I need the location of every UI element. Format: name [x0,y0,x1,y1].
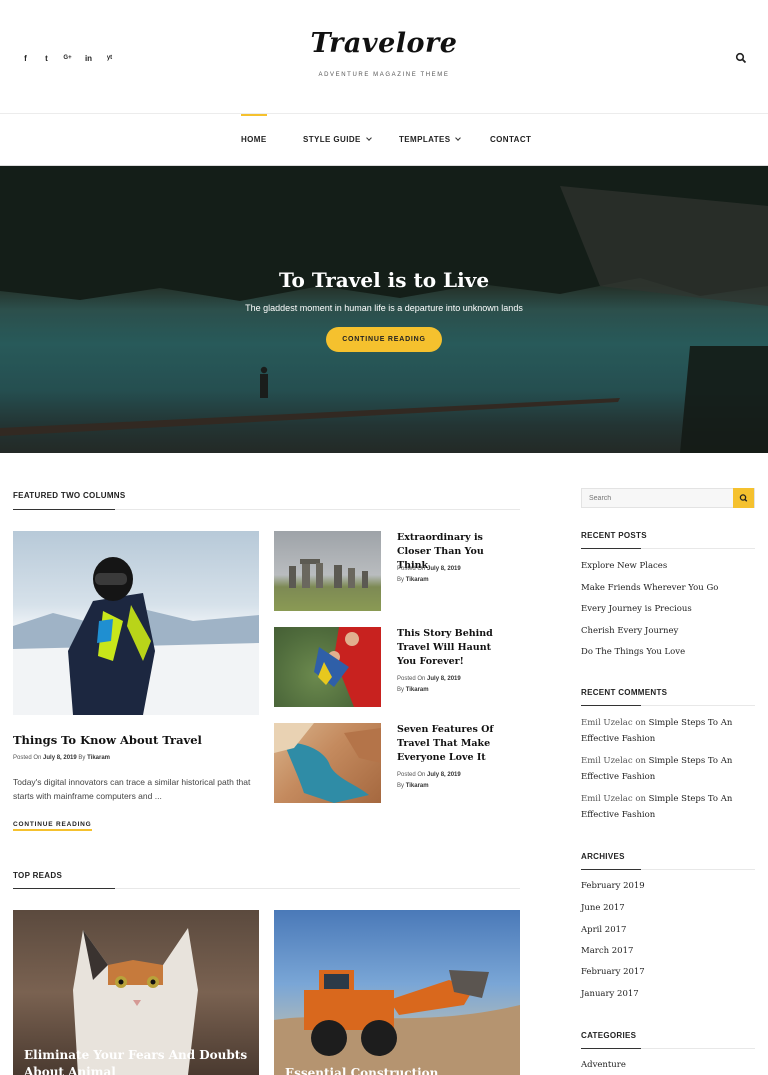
nav-item-templates[interactable]: TEMPLATES [399,114,462,166]
meta-label: Posted On [13,755,42,761]
comment-author: Emil Uzelac [581,756,633,766]
post-date[interactable]: July 8, 2019 [427,566,461,572]
excavator-image [274,970,520,1075]
chevron-down-icon [455,135,462,141]
post-date[interactable]: July 8, 2019 [427,772,461,778]
widget-title: RECENT COMMENTS [581,688,668,697]
hero-title[interactable]: To Travel is to Live [0,268,768,292]
site-header: f t G+ in yt Travelore ADVENTURE MAGAZIN… [0,0,768,114]
recent-post-link[interactable]: Every Journey is Precious [581,604,692,614]
post-author[interactable]: Tikaram [406,783,429,789]
top-read-title[interactable]: Essential Construction Smartphone Apps [285,1065,511,1075]
post-thumbnail[interactable] [274,627,381,707]
recent-post-link[interactable]: Do The Things You Love [581,647,685,657]
post-meta: Posted On July 8, 2019 By Tikaram [397,770,461,792]
search-button[interactable] [733,488,754,508]
section-title: FEATURED TWO COLUMNS [13,491,126,500]
post-author[interactable]: Tikaram [87,755,110,761]
meta-label: By [397,783,405,789]
comment-on: on [635,756,646,766]
top-read-card[interactable]: Eliminate Your Fears And Doubts About An… [13,910,259,1075]
section-divider [13,888,520,889]
comment-author: Emil Uzelac [581,718,633,728]
sidebar-search [581,488,755,508]
post-date[interactable]: July 8, 2019 [427,676,461,682]
widget-divider [581,548,755,549]
recent-post-link[interactable]: Cherish Every Journey [581,626,678,636]
nav-item-style-guide[interactable]: STYLE GUIDE [303,114,372,166]
nav-item-label: STYLE GUIDE [303,135,361,144]
meta-label: By [78,755,86,761]
comment-on: on [635,794,646,804]
post-meta: Posted On July 8, 2019 By Tikaram [397,564,461,586]
post-meta: Posted On July 8, 2019 By Tikaram [13,755,110,761]
hero-subtitle: The gladdest moment in human life is a d… [245,303,523,313]
archive-link[interactable]: February 2017 [581,967,645,977]
archive-link[interactable]: January 2017 [581,989,639,999]
section-divider [13,509,520,510]
chevron-down-icon [365,135,372,141]
meta-label: Posted On [397,566,426,572]
section-title: TOP READS [13,871,63,880]
recent-post-link[interactable]: Explore New Places [581,561,667,571]
widget-divider [581,705,755,706]
widget-title: ARCHIVES [581,852,625,861]
site-logo[interactable]: Travelore [0,28,768,59]
meta-label: Posted On [397,772,426,778]
canyon-lake-image [274,723,381,803]
continue-reading-link[interactable]: CONTINUE READING [13,821,92,831]
meta-label: By [397,577,405,583]
recent-comment: Emil Uzelac on Simple Steps To An Effect… [581,753,751,785]
nav-item-home[interactable]: HOME [241,114,267,166]
featured-main-title[interactable]: Things To Know About Travel [13,733,202,747]
category-link[interactable]: Adventure [581,1060,626,1070]
post-excerpt: Today's digital innovators can trace a s… [13,777,251,801]
post-date[interactable]: July 8, 2019 [43,755,77,761]
post-title[interactable]: Seven Features Of Travel That Make Every… [397,723,513,765]
hero-slider: To Travel is to Live The gladdest moment… [0,166,768,453]
nav-item-label: CONTACT [490,135,532,144]
recent-post-link[interactable]: Make Friends Wherever You Go [581,583,718,593]
comment-on: on [635,718,646,728]
snowboarder-image [13,557,259,715]
recent-comment: Emil Uzelac on Simple Steps To An Effect… [581,715,751,747]
post-author[interactable]: Tikaram [406,687,429,693]
stonehenge-image [289,559,368,588]
archive-link[interactable]: June 2017 [581,903,625,913]
post-thumbnail[interactable] [274,531,381,611]
archive-link[interactable]: February 2019 [581,881,645,891]
post-meta: Posted On July 8, 2019 By Tikaram [397,674,461,696]
widget-title: RECENT POSTS [581,531,647,540]
comment-author: Emil Uzelac [581,794,633,804]
nav-item-label: HOME [241,135,267,144]
widget-title: CATEGORIES [581,1031,637,1040]
featured-main-image[interactable] [13,531,259,715]
post-thumbnail[interactable] [274,723,381,803]
nav-item-label: TEMPLATES [399,135,451,144]
archive-link[interactable]: March 2017 [581,946,633,956]
nav-item-contact[interactable]: CONTACT [490,114,531,166]
meta-label: Posted On [397,676,426,682]
post-title[interactable]: This Story Behind Travel Will Haunt You … [397,627,513,669]
widget-divider [581,1048,755,1049]
archive-link[interactable]: April 2017 [581,925,626,935]
widget-divider [581,869,755,870]
recent-comment: Emil Uzelac on Simple Steps To An Effect… [581,791,751,823]
post-author[interactable]: Tikaram [406,577,429,583]
search-input[interactable] [582,489,734,507]
search-icon[interactable] [735,52,747,64]
search-icon [739,494,748,502]
meta-label: By [397,687,405,693]
continue-reading-button[interactable]: CONTINUE READING [326,327,442,352]
skydiving-image [314,627,381,707]
top-read-title[interactable]: Eliminate Your Fears And Doubts About An… [24,1047,250,1075]
site-tagline: ADVENTURE MAGAZINE THEME [318,72,450,78]
main-nav: HOME STYLE GUIDE TEMPLATES CONTACT [0,114,768,166]
top-read-card[interactable]: Essential Construction Smartphone Apps [274,910,520,1075]
